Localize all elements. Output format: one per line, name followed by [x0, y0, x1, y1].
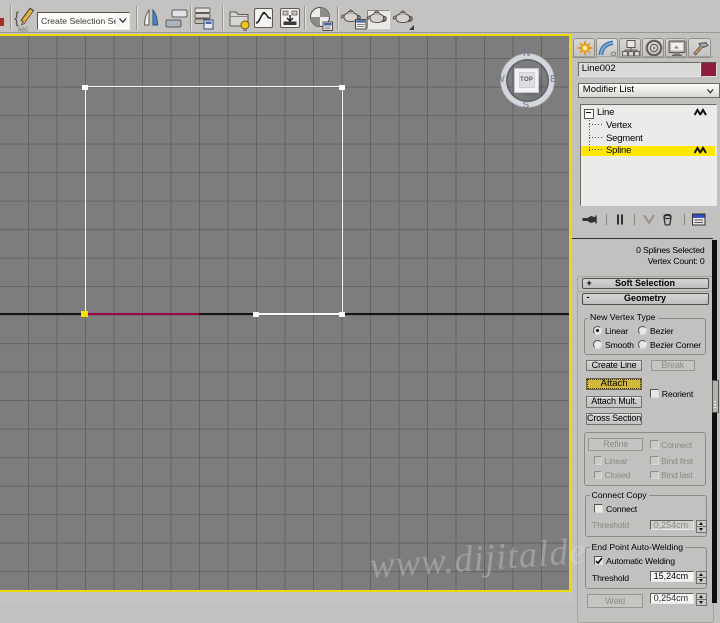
svg-text:ABC: ABC: [18, 28, 29, 33]
svg-text:{: {: [14, 10, 20, 27]
